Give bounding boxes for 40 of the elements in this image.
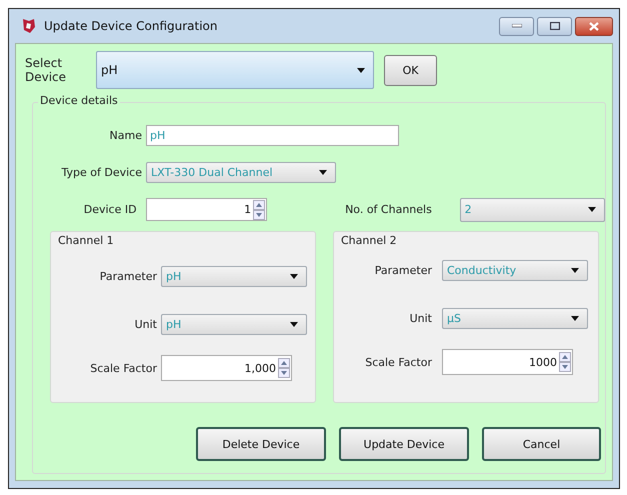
scale-factor-spinbox[interactable]: 1000 [442, 349, 573, 375]
caret-icon [588, 207, 596, 212]
app-icon [21, 18, 37, 34]
minimize-icon [512, 24, 522, 28]
field-label: Device ID [82, 203, 138, 216]
close-icon [589, 22, 599, 30]
caret-icon [357, 68, 365, 72]
caret-icon [571, 268, 579, 272]
ok-button[interactable]: OK [384, 54, 437, 86]
caret-icon [571, 316, 579, 320]
spin-arrows-icon [278, 358, 290, 378]
field-label: Scale Factor [89, 362, 158, 374]
action-button[interactable]: Delete Device [196, 427, 326, 461]
field-label: Parameter [98, 270, 158, 282]
group-title: Device details [38, 94, 120, 107]
minimize-button[interactable] [499, 16, 534, 36]
caret-icon [290, 322, 298, 326]
select-device-label: Select Device [25, 56, 68, 84]
spin-arrows-icon [559, 352, 571, 372]
device-id-spinbox[interactable]: 1 [146, 198, 268, 221]
field-label: No. of Channels [345, 203, 433, 216]
caret-icon [319, 170, 327, 175]
action-button[interactable]: Cancel [482, 427, 601, 461]
scale-factor-spinbox[interactable]: 1,000 [161, 355, 292, 381]
device-dropdown[interactable]: pH [96, 51, 374, 89]
action-button[interactable]: Update Device [339, 427, 469, 461]
window-title: Update Device Configuration [44, 19, 218, 33]
field-label: Type of Device [60, 166, 143, 179]
field-label: Parameter [374, 264, 433, 276]
spin-arrows-icon [253, 200, 266, 220]
field-label: Scale Factor [364, 356, 433, 368]
maximize-button[interactable] [537, 16, 572, 36]
close-button[interactable] [575, 16, 613, 36]
group-title: Channel 2 [339, 234, 399, 247]
field-label: Unit [134, 318, 158, 330]
group-title: Channel 1 [56, 234, 116, 247]
field-label: Unit [408, 312, 433, 324]
field-label: Name [108, 129, 143, 142]
maximize-icon [550, 22, 560, 30]
caret-icon [290, 274, 298, 278]
